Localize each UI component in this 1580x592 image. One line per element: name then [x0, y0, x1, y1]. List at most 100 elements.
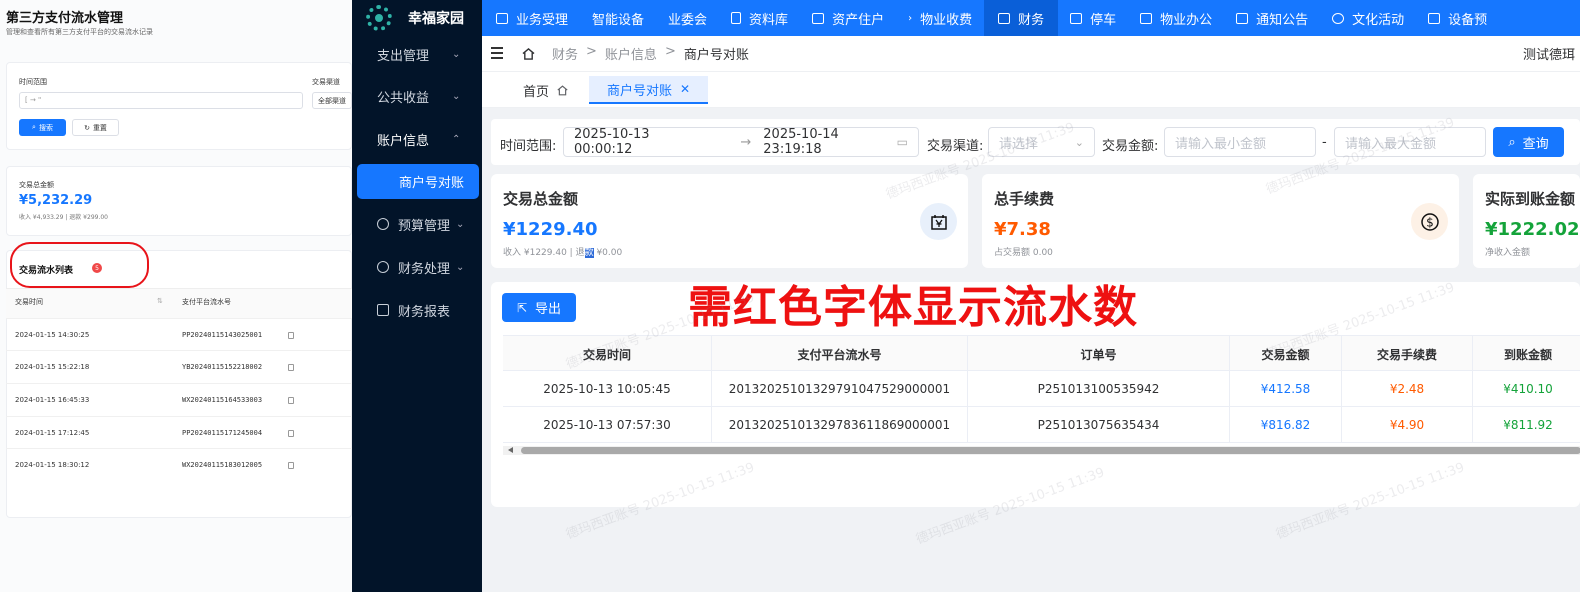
sort-icon[interactable]: ⇅: [157, 297, 163, 305]
mockup-channel-select[interactable]: 全部渠道: [312, 92, 352, 109]
copy-icon[interactable]: [288, 332, 294, 339]
nav-item-office[interactable]: 物业办公: [1128, 0, 1224, 36]
red-highlight-circle: [10, 242, 149, 288]
mockup-total-sub: 收入 ¥4,933.29 | 退款 ¥299.00: [19, 214, 108, 221]
col-order: 订单号: [968, 336, 1230, 372]
tab-home[interactable]: 首页: [523, 76, 568, 104]
mockup-time-input[interactable]: [ → ": [19, 92, 303, 109]
chevron-down-icon: ⌄: [1074, 135, 1084, 149]
nav-item-committee[interactable]: 业委会: [656, 0, 719, 36]
channel-label: 交易渠道:: [927, 139, 984, 154]
sidebar-item-label: 商户号对账: [399, 176, 465, 191]
chevron-down-icon: ⌄: [456, 261, 465, 273]
nav-item-business[interactable]: 业务受理: [482, 0, 580, 36]
col-net: 到账金额: [1503, 347, 1552, 362]
nav-item-library[interactable]: 资料库: [719, 0, 800, 36]
wallet-icon: [920, 203, 957, 240]
stat-card-total: 交易总金额 ¥1229.40 收入 ¥1229.40 | 退款 ¥0.00: [491, 174, 968, 268]
report-icon: [377, 304, 389, 316]
breadcrumb-item[interactable]: 财务: [552, 44, 578, 63]
sidebar-item-budget[interactable]: 预算管理 ⌄: [352, 203, 482, 245]
col-amount: 交易金额: [1230, 336, 1342, 372]
stat-sub: 占交易额 0.00: [994, 248, 1053, 258]
table-row: 2024-01-15 18:30:12 WX20240115183012005: [6, 448, 352, 480]
selected-text: 款: [584, 248, 594, 258]
nav-item-fees[interactable]: › 物业收费: [896, 0, 984, 36]
nav-item-culture[interactable]: 文化活动: [1320, 0, 1416, 36]
nav-label: 财务: [1018, 12, 1045, 28]
query-button[interactable]: ⌕ 查询: [1493, 127, 1564, 157]
table-row: 2024-01-15 15:22:18 YB20240115152218002: [6, 350, 352, 382]
export-button[interactable]: ⇱ 导出: [502, 293, 576, 322]
mockup-col-time: 交易时间: [15, 298, 43, 306]
nav-item-notices[interactable]: 通知公告: [1224, 0, 1320, 36]
nav-label: 业务受理: [516, 12, 569, 28]
end-date: 2025-10-14 23:19:18: [763, 127, 839, 157]
sidebar-item-label: 公共收益: [377, 90, 430, 106]
scroll-left-icon[interactable]: [508, 447, 513, 453]
sidebar-item-public-income[interactable]: 公共收益 ⌄: [352, 75, 482, 117]
sidebar-item-merchant-reconciliation[interactable]: 商户号对账: [357, 164, 479, 199]
breadcrumb-bar: 财务 > 账户信息 > 商户号对账 测试德珥: [482, 36, 1580, 72]
megaphone-icon: [1236, 12, 1249, 24]
finance-icon: [998, 12, 1011, 24]
row-time: 2024-01-15 15:22:18: [15, 363, 90, 371]
table-row: 2025-10-13 10:05:45 20132025101329791047…: [503, 371, 1580, 407]
sidebar-item-expense[interactable]: 支出管理 ⌄: [352, 33, 482, 75]
app-logo[interactable]: 幸福家园: [352, 0, 482, 36]
date-range-picker[interactable]: 2025-10-13 00:00:12 → 2025-10-14 23:19:1…: [563, 127, 919, 157]
mockup-subtitle: 管理和查看所有第三方支付平台的交易流水记录: [6, 28, 153, 36]
sidebar-item-account-info[interactable]: 账户信息 ⌃: [352, 118, 482, 160]
query-label: 查询: [1522, 136, 1549, 152]
menu-toggle-icon[interactable]: [491, 47, 503, 59]
car-icon: [1070, 12, 1083, 24]
mockup-reset-button[interactable]: ↻ 重置: [72, 119, 119, 136]
tab-merchant-reconciliation[interactable]: 商户号对账 ✕: [589, 76, 709, 104]
horizontal-scrollbar[interactable]: [503, 446, 1580, 455]
chevron-down-icon: ⌄: [452, 48, 461, 60]
mockup-search-button[interactable]: ⌕ 搜索: [19, 119, 66, 136]
mockup-title: 第三方支付流水管理: [6, 11, 124, 26]
sidebar-item-label: 财务报表: [398, 304, 451, 320]
book-icon: [731, 12, 742, 24]
mockup-search-label: 搜索: [38, 123, 53, 132]
nav-item-smart-devices[interactable]: 智能设备: [580, 0, 656, 36]
monitor-icon: [1140, 12, 1153, 24]
min-amount-input[interactable]: 请输入最小金额: [1164, 127, 1316, 157]
nav-item-equipment[interactable]: 设备预: [1416, 0, 1499, 36]
copy-icon[interactable]: [288, 397, 294, 404]
stat-value: ¥1229.40: [503, 219, 598, 240]
calendar-icon: ▭: [896, 135, 908, 149]
breadcrumb-separator: >: [586, 44, 597, 59]
table-row: 2024-01-15 14:30:25 PP20240115143025001: [6, 318, 352, 350]
breadcrumb-item[interactable]: 账户信息: [605, 44, 657, 63]
home-icon[interactable]: [522, 48, 535, 60]
sidebar-item-finance-processing[interactable]: 财务处理 ⌄: [352, 246, 482, 288]
business-icon: [496, 12, 508, 24]
cell-serial: 20132025101329783611869000001: [712, 407, 968, 443]
close-icon[interactable]: ✕: [680, 82, 690, 96]
chevron-down-icon: ⌄: [452, 90, 461, 102]
channel-select[interactable]: 请选择 ⌄: [988, 127, 1095, 157]
nav-item-parking[interactable]: 停车: [1058, 0, 1128, 36]
nav-item-assets[interactable]: 资产住户: [800, 0, 896, 36]
sidebar-item-finance-report[interactable]: 财务报表: [352, 289, 482, 331]
copy-icon[interactable]: [288, 364, 294, 371]
nav-item-finance[interactable]: 财务: [984, 0, 1059, 36]
nav-label: 业委会: [668, 12, 708, 28]
stat-sub-text: ¥0.00: [593, 248, 623, 258]
sidebar-item-label: 账户信息: [377, 133, 430, 149]
copy-icon[interactable]: [288, 462, 294, 469]
stat-value: ¥1222.02: [1485, 219, 1580, 240]
chevron-up-icon: ⌃: [452, 133, 461, 145]
max-amount-input[interactable]: 请输入最大金额: [1334, 127, 1486, 157]
scrollbar-thumb[interactable]: [521, 447, 1580, 454]
copy-icon[interactable]: [288, 430, 294, 437]
cell-amount: ¥816.82: [1230, 407, 1342, 443]
logo-icon: [366, 5, 392, 31]
user-name[interactable]: 测试德珥: [1523, 44, 1575, 63]
mockup-total-label: 交易总金额: [19, 181, 54, 189]
stat-sub: 收入 ¥1229.40 | 退款 ¥0.00: [503, 245, 622, 258]
row-serial: PP20240115171245004: [182, 429, 263, 437]
search-icon: ⌕: [1508, 134, 1516, 150]
